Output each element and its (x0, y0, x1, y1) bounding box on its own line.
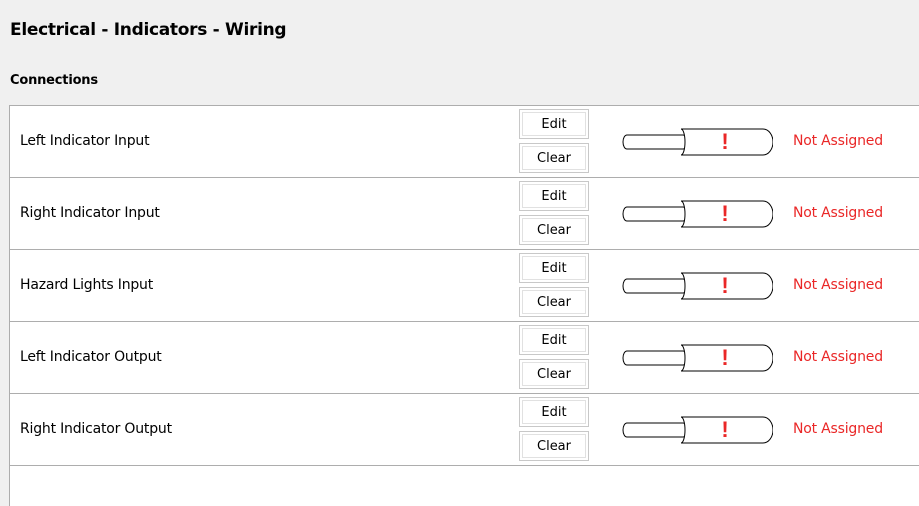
clear-button[interactable]: Clear (519, 215, 589, 245)
connection-status: Not Assigned (793, 349, 883, 365)
warning-exclamation-icon: ! (721, 345, 728, 370)
connection-label: Hazard Lights Input (20, 277, 154, 293)
page-title: Electrical - Indicators - Wiring (10, 20, 287, 40)
plug-connector-icon: ! (622, 128, 773, 156)
connection-row-left-indicator-output: Left Indicator Output Edit Clear ! Not A… (10, 322, 919, 394)
clear-button[interactable]: Clear (519, 359, 589, 389)
connection-row-hazard-lights-input: Hazard Lights Input Edit Clear ! Not Ass… (10, 250, 919, 322)
edit-button[interactable]: Edit (519, 325, 589, 355)
warning-exclamation-icon: ! (721, 417, 728, 442)
connection-status: Not Assigned (793, 133, 883, 149)
warning-exclamation-icon: ! (721, 129, 728, 154)
connection-row-right-indicator-output: Right Indicator Output Edit Clear ! Not … (10, 394, 919, 466)
connection-label: Right Indicator Output (20, 421, 172, 437)
plug-connector-icon: ! (622, 272, 773, 300)
connection-label: Left Indicator Input (20, 133, 150, 149)
plug-connector-icon: ! (622, 200, 773, 228)
connection-status: Not Assigned (793, 205, 883, 221)
section-title: Connections (10, 73, 98, 88)
connection-status: Not Assigned (793, 421, 883, 437)
warning-exclamation-icon: ! (721, 273, 728, 298)
connection-label: Right Indicator Input (20, 205, 160, 221)
connection-status: Not Assigned (793, 277, 883, 293)
clear-button[interactable]: Clear (519, 431, 589, 461)
edit-button[interactable]: Edit (519, 181, 589, 211)
connection-row-left-indicator-input: Left Indicator Input Edit Clear ! Not As… (10, 106, 919, 178)
connections-panel: Left Indicator Input Edit Clear ! Not As… (9, 105, 919, 506)
edit-button[interactable]: Edit (519, 253, 589, 283)
connection-row-right-indicator-input: Right Indicator Input Edit Clear ! Not A… (10, 178, 919, 250)
edit-button[interactable]: Edit (519, 109, 589, 139)
plug-connector-icon: ! (622, 416, 773, 444)
plug-connector-icon: ! (622, 344, 773, 372)
connection-label: Left Indicator Output (20, 349, 162, 365)
clear-button[interactable]: Clear (519, 143, 589, 173)
clear-button[interactable]: Clear (519, 287, 589, 317)
edit-button[interactable]: Edit (519, 397, 589, 427)
warning-exclamation-icon: ! (721, 201, 728, 226)
